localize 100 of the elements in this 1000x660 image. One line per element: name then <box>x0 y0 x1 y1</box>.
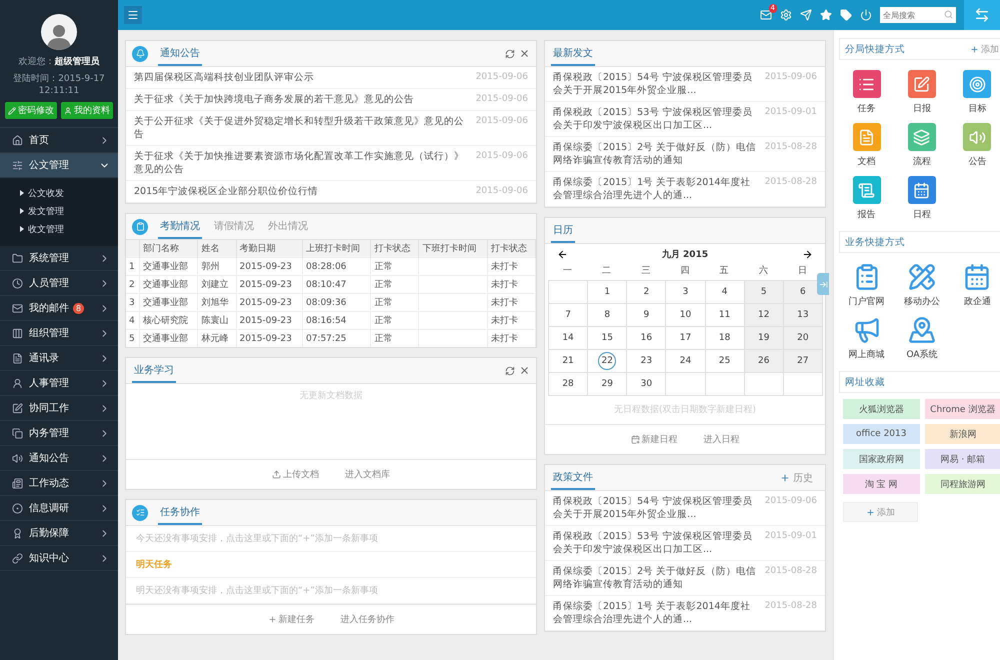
mail-button[interactable] <box>760 9 772 21</box>
date-text: 2015-09-06 <box>476 185 528 198</box>
refresh-icon[interactable] <box>505 366 515 376</box>
document-link[interactable]: 关于公开征求《关于促进外贸稳定增长和转型升级若干政策意见》意见的公告 <box>134 115 470 141</box>
panel-tab[interactable]: 通知公告 <box>158 41 202 66</box>
shortcut-label: 报告 <box>858 208 876 221</box>
arrows-icon <box>974 7 990 23</box>
bookmark-link[interactable]: 淘 宝 网 <box>843 474 920 494</box>
document-link[interactable]: 甬保综委〔2015〕1号 关于表彰2014年度社会管理综合治理先进个人的通... <box>553 176 759 202</box>
nav-label: 工作动态 <box>29 476 69 490</box>
bullet-icon <box>20 208 24 214</box>
speaker-icon[interactable] <box>963 123 992 151</box>
table-cell: 交通事业部 <box>140 276 198 294</box>
switch-button[interactable] <box>964 0 1000 30</box>
megaphone-icon[interactable] <box>852 316 881 344</box>
document-link[interactable]: 甬保税政〔2015〕53号 宁波保税区管理委员会关于印发宁波保税区出口加工区... <box>553 106 759 132</box>
nav-label: 内务管理 <box>29 426 69 440</box>
task-link[interactable]: 进入任务协作 <box>334 612 400 627</box>
table-cell: 2 <box>126 276 140 294</box>
column-header: 下班打卡时间 <box>418 240 488 258</box>
star-button[interactable] <box>820 9 832 21</box>
shortcut-label: OA系统 <box>906 348 938 361</box>
newspaper-icon <box>12 478 23 488</box>
list-icon[interactable] <box>852 70 881 98</box>
target-icon[interactable] <box>963 70 992 98</box>
panel-tab[interactable]: 业务学习 <box>132 358 176 383</box>
schedule-link[interactable]: 进入日程 <box>698 432 746 447</box>
tile-glyph-icon <box>968 76 986 92</box>
nav-label: 首页 <box>29 134 49 147</box>
sliders-icon <box>12 160 23 170</box>
collapse-button[interactable] <box>817 273 829 295</box>
edit-icon[interactable] <box>908 70 936 98</box>
search-field[interactable]: 全局搜索 <box>880 7 956 23</box>
search-icon[interactable] <box>944 10 953 19</box>
shortcut-label: 流程 <box>912 156 931 168</box>
bookmark-link[interactable]: Chrome 浏览器 <box>924 399 1000 419</box>
date-text: 2015-09-06 <box>476 71 528 84</box>
bookmark-link[interactable]: 同程旅游网 <box>924 474 1000 494</box>
calendar-icon[interactable] <box>908 176 936 204</box>
checklist-icon <box>132 504 148 520</box>
table-cell: 未打卡 <box>487 258 536 276</box>
column-header: 姓名 <box>198 240 236 258</box>
close-icon[interactable] <box>519 48 530 59</box>
table-cell: 2015-09-23 <box>236 330 302 347</box>
refresh-icon[interactable] <box>505 48 515 58</box>
tag-button[interactable] <box>840 9 852 21</box>
panel-tab[interactable]: 日历 <box>551 218 575 243</box>
nav-label: 我的邮件 <box>29 302 69 315</box>
power-icon <box>860 9 872 21</box>
date-text: 2015-09-01 <box>764 530 817 543</box>
bookmark-link[interactable]: 国家政府网 <box>843 449 920 469</box>
panel-tab[interactable]: 政策文件 <box>551 465 595 490</box>
column-header: 打卡状态 <box>370 240 419 258</box>
document-link[interactable]: 甬保税政〔2015〕54号 宁波保税区管理委员会关于开展2015年外贸企业服... <box>553 495 759 521</box>
map-icon[interactable] <box>908 316 936 344</box>
send-button[interactable] <box>800 9 812 21</box>
power-button[interactable] <box>860 9 872 21</box>
new-task-link[interactable]: 新建任务 <box>262 612 320 627</box>
shortcut-label: 日报 <box>912 102 931 115</box>
close-icon[interactable] <box>519 365 530 376</box>
pencil-ruler-icon[interactable] <box>908 263 936 291</box>
column-header: 部门名称 <box>140 240 198 258</box>
nav-label: 公文管理 <box>29 158 69 172</box>
table-cell: 07:57:25 <box>302 330 371 347</box>
nav-label: 后勤保障 <box>29 526 69 540</box>
document-link[interactable]: 2015年宁波保税区企业部分职位价位行情 <box>134 185 470 198</box>
scroll-icon[interactable] <box>852 176 881 204</box>
plus-icon <box>866 508 875 516</box>
document-link[interactable]: 甬保税政〔2015〕53号 宁波保税区管理委员会关于印发宁波保税区出口加工区... <box>553 530 759 556</box>
document-link[interactable]: 甬保综委〔2015〕2号 关于做好反（防）电信网络诈骗宣传教育活动的通知 <box>553 565 759 591</box>
document-link[interactable]: 甬保综委〔2015〕2号 关于做好反（防）电信网络诈骗宣传教育活动的通知 <box>553 141 759 167</box>
layers-icon[interactable] <box>908 123 936 151</box>
upload-link[interactable]: 上传文档 <box>266 467 325 482</box>
next-icon[interactable] <box>802 249 813 260</box>
calendar-day[interactable]: 22 <box>598 352 616 370</box>
shortcut-label: 移动办公 <box>904 296 940 308</box>
calendar-icon[interactable] <box>963 263 992 291</box>
panel-tab[interactable]: 最新发文 <box>551 41 595 66</box>
document-link[interactable]: 甬保税政〔2015〕54号 宁波保税区管理委员会关于开展2015年外贸企业服... <box>553 71 759 97</box>
menu-button[interactable] <box>124 6 142 24</box>
bookmark-link[interactable]: office 2013 <box>843 424 920 444</box>
document-icon[interactable] <box>852 123 881 151</box>
document-link[interactable]: 第四届保税区高端科技创业团队评审公示 <box>134 71 470 84</box>
bookmark-link[interactable]: 网易 · 邮箱 <box>924 449 1000 469</box>
library-link[interactable]: 进入文档库 <box>339 467 396 482</box>
table-cell: 正常 <box>370 276 419 294</box>
bookmark-link[interactable]: 新浪网 <box>924 424 1000 444</box>
document-link[interactable]: 关于征求《关于加快跨境电子商务发展的若干意见》意见的公告 <box>134 93 470 106</box>
month-title: 九月 2015 <box>662 248 708 261</box>
nav-item[interactable]: 公文管理 <box>0 153 118 178</box>
date-text: 2015-08-28 <box>764 600 817 613</box>
new-event-link[interactable]: 新建日程 <box>624 432 684 447</box>
previous-icon[interactable] <box>557 249 568 260</box>
bookmark-link[interactable]: 火狐浏览器 <box>843 399 920 419</box>
settings-button[interactable] <box>780 9 792 21</box>
bullet-icon <box>20 190 24 196</box>
document-link[interactable]: 甬保综委〔2015〕1号 关于表彰2014年度社会管理综合治理先进个人的通... <box>553 600 759 626</box>
panel-tab[interactable]: 任务协作 <box>158 500 202 525</box>
document-link[interactable]: 关于征求《关于加快推进要素资源市场化配置改革工作实施意见（试行）》意见的公告 <box>134 150 470 176</box>
shortcut-label: 政企通 <box>964 296 991 308</box>
